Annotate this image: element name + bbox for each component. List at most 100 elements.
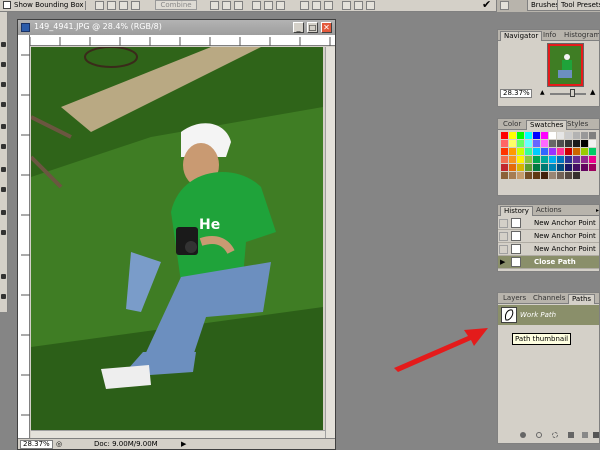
- screen-mode-icon[interactable]: [1, 294, 6, 299]
- horizontal-scrollbar[interactable]: [31, 430, 325, 438]
- color-swatch[interactable]: [525, 140, 532, 147]
- view-box[interactable]: [548, 44, 583, 86]
- color-swatch[interactable]: [501, 140, 508, 147]
- color-swatch[interactable]: [581, 148, 588, 155]
- color-swatch[interactable]: [549, 156, 556, 163]
- checkmark-icon[interactable]: ✔: [482, 0, 491, 11]
- color-swatch[interactable]: [509, 164, 516, 171]
- align-center-icon[interactable]: [264, 1, 273, 10]
- color-swatch[interactable]: [581, 156, 588, 163]
- show-bounding-box-checkbox[interactable]: [3, 1, 11, 9]
- quick-mask-icon[interactable]: [1, 274, 6, 279]
- color-swatch[interactable]: [541, 148, 548, 155]
- history-state-selected[interactable]: ▶ Close Path: [498, 256, 599, 269]
- align-bottom-icon[interactable]: [234, 1, 243, 10]
- color-swatch[interactable]: [525, 172, 532, 179]
- color-swatch[interactable]: [589, 156, 596, 163]
- align-left-icon[interactable]: [252, 1, 261, 10]
- color-swatch[interactable]: [509, 156, 516, 163]
- tab-tool-presets[interactable]: Tool Presets: [557, 0, 600, 11]
- zoom-in-icon[interactable]: ▲: [590, 88, 595, 96]
- work-path-row[interactable]: Work Path: [498, 305, 599, 325]
- color-swatch[interactable]: [541, 140, 548, 147]
- color-swatch[interactable]: [501, 164, 508, 171]
- history-state[interactable]: New Anchor Point: [498, 217, 599, 230]
- color-swatch[interactable]: [573, 148, 580, 155]
- color-swatch[interactable]: [565, 172, 572, 179]
- color-swatch[interactable]: [549, 164, 556, 171]
- color-swatch[interactable]: [533, 132, 540, 139]
- text-tool-icon[interactable]: [1, 187, 6, 192]
- color-swatch[interactable]: [565, 164, 572, 171]
- color-swatch[interactable]: [549, 132, 556, 139]
- tab-styles[interactable]: Styles: [564, 120, 591, 130]
- color-swatch[interactable]: [541, 164, 548, 171]
- close-button[interactable]: ✕: [321, 22, 332, 33]
- color-swatch[interactable]: [565, 132, 572, 139]
- tab-info[interactable]: Info: [540, 31, 559, 41]
- color-swatch[interactable]: [581, 164, 588, 171]
- color-swatch[interactable]: [509, 132, 516, 139]
- crop-tool-icon[interactable]: [1, 62, 6, 67]
- color-swatch[interactable]: [557, 172, 564, 179]
- new-path-icon[interactable]: [582, 432, 588, 438]
- color-swatch[interactable]: [557, 140, 564, 147]
- fill-path-icon[interactable]: [520, 432, 526, 438]
- tab-navigator[interactable]: Navigator: [500, 31, 543, 41]
- minimize-button[interactable]: _: [293, 22, 304, 33]
- zoom-slider-handle[interactable]: [570, 89, 575, 97]
- zoom-field[interactable]: 28.37%: [20, 440, 53, 449]
- color-swatch[interactable]: [549, 140, 556, 147]
- color-swatch[interactable]: [541, 132, 548, 139]
- color-swatch[interactable]: [573, 172, 580, 179]
- color-swatch[interactable]: [589, 148, 596, 155]
- document-titlebar[interactable]: 149_4941.JPG @ 28.4% (RGB/8) _ □ ✕: [18, 20, 335, 35]
- color-swatch[interactable]: [557, 156, 564, 163]
- tab-paths[interactable]: Paths: [568, 294, 596, 304]
- color-swatch[interactable]: [533, 156, 540, 163]
- tab-color[interactable]: Color: [500, 120, 524, 130]
- color-swatch[interactable]: [565, 156, 572, 163]
- color-swatch[interactable]: [557, 164, 564, 171]
- color-swatch[interactable]: [533, 140, 540, 147]
- color-swatch[interactable]: [525, 148, 532, 155]
- color-swatch[interactable]: [533, 164, 540, 171]
- color-swatch[interactable]: [517, 156, 524, 163]
- distribute-left-icon[interactable]: [342, 1, 351, 10]
- color-swatch[interactable]: [509, 140, 516, 147]
- navigator-zoom-field[interactable]: 28.37%: [500, 89, 532, 98]
- distribute-center-icon[interactable]: [354, 1, 363, 10]
- subtract-shape-icon[interactable]: [107, 1, 116, 10]
- zoom-out-icon[interactable]: ▲: [540, 89, 545, 96]
- brush-tool-icon[interactable]: [1, 82, 6, 87]
- color-swatch[interactable]: [565, 148, 572, 155]
- combine-button[interactable]: Combine: [155, 0, 197, 10]
- color-swatch[interactable]: [573, 132, 580, 139]
- maximize-button[interactable]: □: [307, 22, 318, 33]
- image-canvas[interactable]: He: [31, 47, 323, 430]
- zoom-slider[interactable]: [550, 93, 586, 95]
- distribute-top-icon[interactable]: [300, 1, 309, 10]
- zoom-tool-icon[interactable]: [1, 230, 6, 235]
- load-selection-icon[interactable]: [552, 432, 558, 438]
- tab-swatches[interactable]: Swatches: [526, 120, 568, 130]
- stroke-path-icon[interactable]: [536, 432, 542, 438]
- align-right-icon[interactable]: [276, 1, 285, 10]
- color-swatch[interactable]: [517, 164, 524, 171]
- color-swatch[interactable]: [501, 148, 508, 155]
- history-state[interactable]: New Anchor Point: [498, 243, 599, 256]
- stamp-tool-icon[interactable]: [1, 102, 6, 107]
- distribute-middle-icon[interactable]: [312, 1, 321, 10]
- color-swatch[interactable]: [525, 156, 532, 163]
- history-brush-icon[interactable]: [499, 245, 508, 254]
- color-swatch[interactable]: [517, 132, 524, 139]
- lasso-tool-icon[interactable]: [1, 42, 6, 47]
- pen-tool-icon[interactable]: [1, 167, 6, 172]
- color-swatch[interactable]: [541, 156, 548, 163]
- add-to-shape-icon[interactable]: [95, 1, 104, 10]
- color-swatch[interactable]: [509, 172, 516, 179]
- distribute-bottom-icon[interactable]: [324, 1, 333, 10]
- color-swatch[interactable]: [557, 132, 564, 139]
- tab-layers[interactable]: Layers: [500, 294, 529, 304]
- tab-actions[interactable]: Actions: [533, 206, 565, 216]
